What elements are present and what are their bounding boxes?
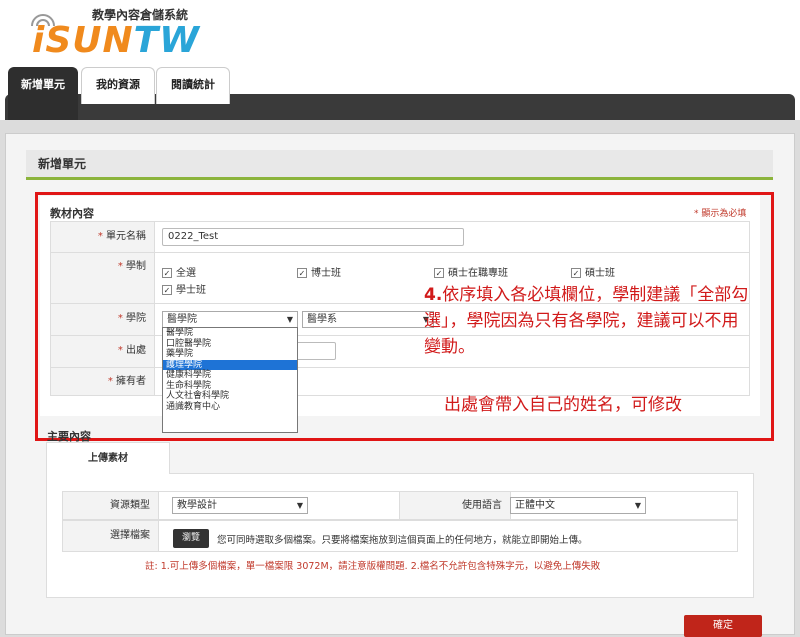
- dropdown-option[interactable]: 健康科學院: [163, 370, 297, 381]
- dropdown-option-highlighted[interactable]: 護理學院: [163, 359, 297, 370]
- source-input[interactable]: [296, 342, 336, 360]
- chevron-down-icon: ▼: [296, 501, 303, 510]
- college-dropdown-list[interactable]: 醫學院 口腔醫學院 藥學院 護理學院 健康科學院 生命科學院 人文社會科學院 通…: [162, 327, 298, 433]
- logo-wordmark: iSUNTW: [32, 20, 200, 61]
- chevron-down-icon: ▼: [634, 501, 641, 510]
- dropdown-option[interactable]: 人文社會科學院: [163, 391, 297, 402]
- logo-subtitle: 教學內容倉儲系統: [92, 8, 189, 22]
- section-title: 新增單元: [26, 150, 773, 180]
- owner-label: * 擁有者: [51, 368, 155, 395]
- checkbox-all[interactable]: ✓ 全選: [162, 264, 196, 279]
- resource-type-select[interactable]: 教學設計 ▼: [172, 497, 308, 514]
- dropdown-option[interactable]: 生命科學院: [163, 381, 297, 392]
- checkbox-phd[interactable]: ✓ 博士班: [297, 264, 341, 279]
- dropdown-option[interactable]: 通識教育中心: [163, 402, 297, 413]
- required-note: * 顯示為必填: [694, 209, 747, 219]
- unit-name-input[interactable]: 0222_Test: [162, 228, 464, 246]
- degree-label: * 學制: [51, 253, 155, 303]
- browse-button[interactable]: 瀏覽: [173, 529, 209, 548]
- language-select[interactable]: 正體中文 ▼: [510, 497, 646, 514]
- checkbox-master[interactable]: ✓ 碩士班: [571, 264, 615, 279]
- check-icon: ✓: [162, 268, 172, 278]
- unit-name-label: * 單元名稱: [51, 222, 155, 252]
- upload-hint: 您可同時選取多個檔案。只要將檔案拖放到這個頁面上的任何地方，就能立即開始上傳。: [217, 535, 588, 546]
- checkbox-exec-master[interactable]: ✓ 碩士在職專班: [434, 264, 508, 279]
- language-label: 使用語言: [399, 492, 511, 519]
- file-select-label: 選擇檔案: [63, 521, 159, 551]
- tutorial-annotation: 4.依序填入各必填欄位，學制建議「全部勾選」，學院因為只有各學院，建議可以不用變…: [424, 285, 749, 357]
- form-title: 教材內容: [50, 207, 94, 220]
- check-icon: ✓: [297, 268, 307, 278]
- chevron-down-icon: ▼: [286, 315, 293, 324]
- department-select[interactable]: 醫學系 ▼: [302, 311, 434, 328]
- upload-note: 註: 1.可上傳多個檔案，單一檔案限 3072M，請注意版權問題. 2.檔名不允…: [145, 561, 601, 572]
- tab-my-resources[interactable]: 我的資源: [81, 67, 155, 104]
- dropdown-option[interactable]: 口腔醫學院: [163, 339, 297, 350]
- check-icon: ✓: [571, 268, 581, 278]
- dropdown-option[interactable]: 醫學院: [163, 328, 297, 339]
- check-icon: ✓: [162, 285, 172, 295]
- check-icon: ✓: [434, 268, 444, 278]
- tab-new-unit[interactable]: 新增單元: [8, 67, 78, 120]
- dropdown-option[interactable]: 藥學院: [163, 349, 297, 360]
- college-label: * 學院: [51, 304, 155, 335]
- resource-type-label: 資源類型: [63, 492, 159, 519]
- confirm-button[interactable]: 確定: [684, 615, 762, 637]
- college-select[interactable]: 醫學院 ▼: [162, 311, 298, 328]
- source-label: * 出處: [51, 336, 155, 367]
- tutorial-annotation-2: 出處會帶入自己的姓名，可修改: [444, 395, 682, 415]
- tab-upload-material[interactable]: 上傳素材: [46, 442, 170, 474]
- checkbox-bachelor[interactable]: ✓ 學士班: [162, 281, 206, 296]
- tab-reading-stats[interactable]: 閱讀統計: [156, 67, 230, 104]
